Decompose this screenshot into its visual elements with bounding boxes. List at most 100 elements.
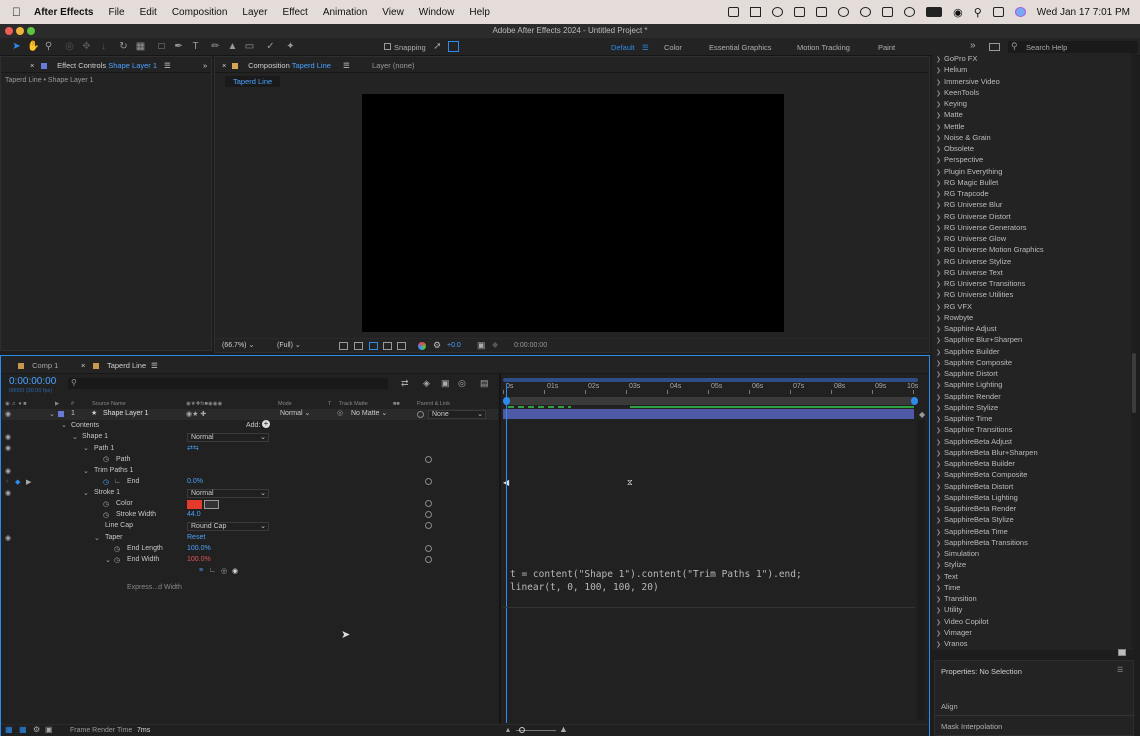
puppet-tool-icon[interactable]: ✦ — [285, 41, 296, 52]
end-length-label[interactable]: End Length — [127, 545, 163, 552]
region-of-interest-icon[interactable] — [339, 342, 348, 350]
effect-category-item[interactable]: ❯ Sapphire Transitions — [936, 424, 1131, 435]
viewer-timecode[interactable]: 0:00:00:00 — [514, 342, 547, 349]
effect-category-item[interactable]: ❯ Vimager — [936, 627, 1131, 638]
chevron-right-icon[interactable]: ❯ — [936, 68, 941, 74]
taper-eye-icon[interactable]: ◉ — [5, 534, 11, 542]
exposure-value[interactable]: +0.0 — [447, 342, 461, 349]
menu-effect[interactable]: Effect — [282, 7, 307, 18]
end-label[interactable]: End — [127, 478, 139, 485]
effect-category-item[interactable]: ❯ Sapphire Builder — [936, 346, 1131, 357]
color-stopwatch-icon[interactable]: ◷ — [103, 500, 109, 508]
chevron-right-icon[interactable]: ❯ — [936, 440, 941, 446]
creative-cloud-icon[interactable] — [772, 7, 784, 17]
end-width-label[interactable]: End Width — [127, 556, 159, 563]
transfer-controls-toggle-icon[interactable]: ▦ — [19, 725, 27, 734]
line-cap-pickwhip-icon[interactable] — [425, 522, 432, 529]
end-pickwhip-icon[interactable] — [425, 478, 432, 485]
effect-category-item[interactable]: ❯ RG Universe Motion Graphics — [936, 244, 1131, 255]
menu-help[interactable]: Help — [469, 7, 490, 18]
chevron-right-icon[interactable]: ❯ — [936, 608, 941, 614]
workspace-color[interactable]: Color — [664, 43, 682, 52]
path-pickwhip-icon[interactable] — [425, 456, 432, 463]
time-zoom-thumb[interactable] — [519, 727, 525, 733]
chevron-right-icon[interactable]: ❯ — [936, 181, 941, 187]
timeline-menu-icon[interactable]: ☰ — [151, 361, 158, 370]
render-time-toggle-icon[interactable]: ▣ — [45, 725, 53, 734]
end-length-stopwatch-icon[interactable]: ◷ — [114, 545, 120, 553]
chevron-right-icon[interactable]: ❯ — [936, 507, 941, 513]
timeline-zoom-track[interactable] — [503, 397, 918, 405]
chevron-right-icon[interactable]: ❯ — [936, 541, 941, 547]
effect-category-item[interactable]: ❯ RG Universe Generators — [936, 222, 1131, 233]
timeline-close-icon[interactable]: × — [81, 361, 85, 370]
chevron-right-icon[interactable]: ❯ — [936, 631, 941, 637]
camera-icon[interactable] — [794, 7, 806, 17]
expression-language-menu-icon[interactable]: ◉ — [232, 567, 238, 575]
effect-category-item[interactable]: ❯ Sapphire Time — [936, 413, 1131, 424]
effect-category-item[interactable]: ❯ Text — [936, 571, 1131, 582]
chevron-right-icon[interactable]: ❯ — [936, 125, 941, 131]
menu-edit[interactable]: Edit — [140, 7, 157, 18]
effect-controls-tab[interactable]: Effect Controls Shape Layer 1 — [41, 61, 157, 70]
parent-pickwhip-icon[interactable] — [417, 411, 424, 418]
chevron-right-icon[interactable]: ❯ — [936, 102, 941, 108]
parent-link-header[interactable]: Parent & Link — [417, 401, 450, 407]
chevron-right-icon[interactable]: ❯ — [936, 372, 941, 378]
expression-line-2[interactable]: linear(t, 0, 100, 100, 20) — [510, 582, 659, 593]
chevron-right-icon[interactable]: ❯ — [936, 260, 941, 266]
menu-animation[interactable]: Animation — [323, 7, 367, 18]
anchor-tool-icon[interactable]: ▦ — [135, 41, 146, 52]
effect-category-item[interactable]: ❯ RG Universe Stylize — [936, 256, 1131, 267]
chevron-right-icon[interactable]: ❯ — [936, 361, 941, 367]
effect-category-item[interactable]: ❯ Noise & Grain — [936, 132, 1131, 143]
stroke-blend-dropdown[interactable]: Normal ⌄ — [187, 489, 269, 498]
layer-bar-end-icon[interactable]: ◆ — [919, 410, 925, 419]
composition-tab[interactable]: Composition Taperd Line — [232, 61, 331, 70]
line-cap-label[interactable]: Line Cap — [105, 522, 133, 529]
effect-controls-menu-icon[interactable]: ☰ — [164, 61, 171, 70]
chevron-right-icon[interactable]: ❯ — [936, 80, 941, 86]
effect-category-item[interactable]: ❯ SapphireBeta Builder — [936, 458, 1131, 469]
comp1-tab[interactable]: Comp 1 — [18, 361, 58, 370]
workspace-menu-icon[interactable]: ☰ — [642, 43, 649, 52]
path-direction-icons[interactable]: ⇄⇆ — [187, 444, 199, 452]
effect-category-item[interactable]: ❯ Sapphire Distort — [936, 368, 1131, 379]
color-management-icon[interactable]: ⚙ — [433, 340, 441, 351]
current-time[interactable]: 0:00:00:00 — [9, 376, 56, 387]
brush-tool-icon[interactable]: ✏ — [210, 41, 221, 52]
effect-category-item[interactable]: ❯ Time — [936, 582, 1131, 593]
panel-close-icon[interactable]: × — [30, 61, 34, 70]
shape1-arrow-icon[interactable]: ⌄ — [72, 433, 78, 441]
stroke-arrow-icon[interactable]: ⌄ — [83, 489, 89, 497]
chevron-right-icon[interactable]: ❯ — [936, 350, 941, 356]
keyboard-icon[interactable] — [882, 7, 894, 17]
trim-paths-label[interactable]: Trim Paths 1 — [94, 467, 133, 474]
snapping-checkbox-icon[interactable] — [384, 43, 391, 50]
effects-scrollbar-thumb[interactable] — [1132, 353, 1136, 413]
apple-icon[interactable]:  — [12, 5, 21, 19]
effect-category-item[interactable]: ❯ Sapphire Render — [936, 391, 1131, 402]
end-length-pickwhip-icon[interactable] — [425, 545, 432, 552]
chevron-right-icon[interactable]: ❯ — [936, 428, 941, 434]
effects-scrollbar[interactable] — [1131, 53, 1137, 648]
effect-category-item[interactable]: ❯ RG Universe Blur — [936, 199, 1131, 210]
layer-label-color[interactable] — [58, 411, 64, 417]
effect-category-item[interactable]: ❯ Sapphire Blur+Sharpen — [936, 334, 1131, 345]
effect-category-item[interactable]: ❯ Rowbyte — [936, 312, 1131, 323]
path-label[interactable]: Path — [116, 456, 130, 463]
effect-category-item[interactable]: ❯ Immersive Video — [936, 76, 1131, 87]
menu-view[interactable]: View — [382, 7, 404, 18]
chevron-right-icon[interactable]: ❯ — [936, 406, 941, 412]
menu-file[interactable]: File — [108, 7, 124, 18]
line-cap-dropdown[interactable]: Round Cap ⌄ — [187, 522, 269, 531]
effect-category-item[interactable]: ❯ Mettle — [936, 121, 1131, 132]
effect-category-item[interactable]: ❯ Perspective — [936, 154, 1131, 165]
chevron-right-icon[interactable]: ❯ — [936, 395, 941, 401]
effect-category-item[interactable]: ❯ Matte — [936, 109, 1131, 120]
mask-visibility-icon[interactable] — [369, 342, 378, 350]
chevron-right-icon[interactable]: ❯ — [936, 417, 941, 423]
dolly-tool-icon[interactable]: ↓ — [98, 41, 109, 52]
layer-tab[interactable]: Layer (none) — [372, 61, 415, 70]
chevron-right-icon[interactable]: ❯ — [936, 552, 941, 558]
